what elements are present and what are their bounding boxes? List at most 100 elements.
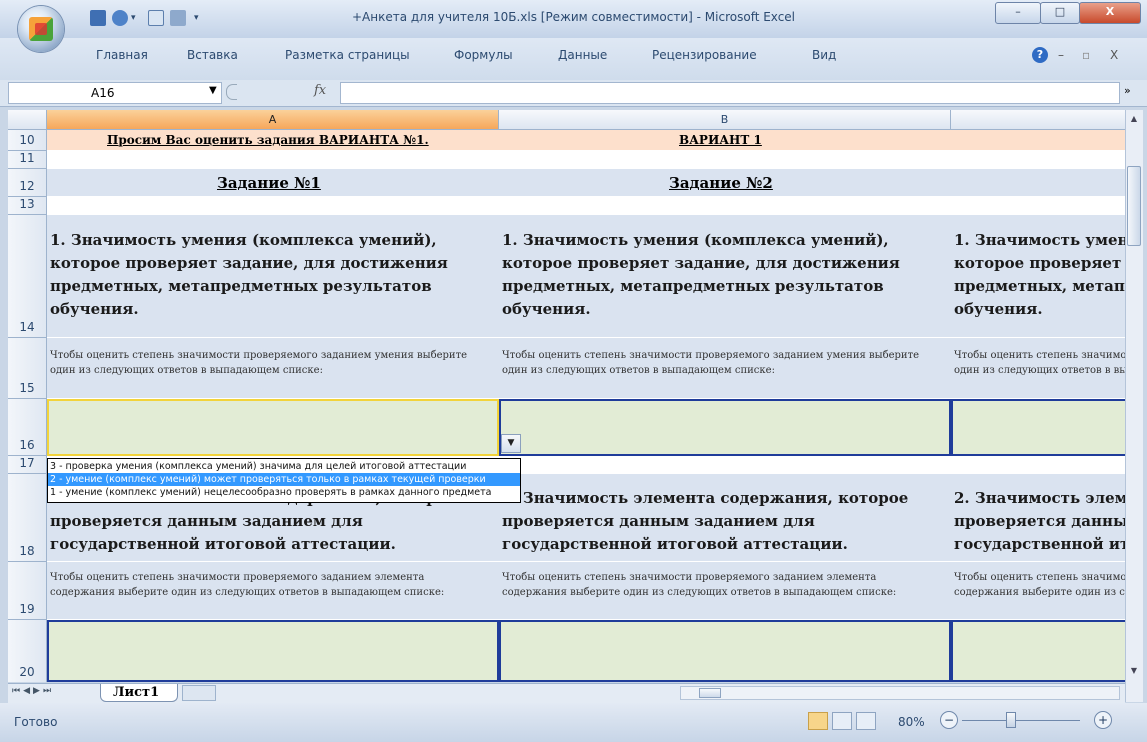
row-header-17[interactable]: 17 — [8, 456, 47, 474]
ribbon-minimize-button[interactable]: – — [1058, 48, 1064, 62]
formula-bar: A16 ▼ fx » — [0, 80, 1147, 107]
cell-c15[interactable]: Чтобы оценить степень значимости проверя… — [954, 348, 1125, 378]
normal-view-icon[interactable] — [808, 712, 828, 730]
sheet-tab-bar: ⏮◀▶⏭ Лист1 — [8, 683, 1125, 703]
cell-a15[interactable]: Чтобы оценить степень значимости проверя… — [50, 348, 495, 378]
cell-a12[interactable]: Задание №1 — [217, 174, 321, 192]
formula-input[interactable] — [340, 82, 1120, 104]
scroll-down-icon[interactable]: ▼ — [1127, 666, 1141, 680]
zoom-out-button[interactable]: − — [940, 711, 958, 729]
worksheet-grid: A B 10 Просим Вас оценить задания ВАРИАН… — [8, 110, 1125, 682]
row-header-15[interactable]: 15 — [8, 338, 47, 399]
office-logo-icon — [29, 17, 53, 41]
save-icon[interactable] — [90, 10, 106, 26]
cell-b20[interactable] — [499, 620, 951, 682]
cell-a19[interactable]: Чтобы оценить степень значимости проверя… — [50, 570, 460, 600]
dropdown-option-3[interactable]: 3 - проверка умения (комплекса умений) з… — [48, 460, 520, 473]
customize-qat-icon[interactable]: ▾ — [194, 10, 202, 26]
zoom-level[interactable]: 80% — [898, 715, 925, 729]
cell-b18[interactable]: 2. Значимость элемента содержания, котор… — [502, 487, 942, 556]
cell-c19[interactable]: Чтобы оценить степень значимости проверя… — [954, 570, 1125, 600]
cell-dropdown-arrow-icon[interactable]: ▼ — [501, 434, 521, 453]
tab-insert[interactable]: Вставка — [187, 48, 238, 62]
row-header-20[interactable]: 20 — [8, 620, 47, 682]
horizontal-scrollbar[interactable] — [680, 686, 1120, 700]
status-ready: Готово — [14, 715, 58, 729]
sheet-nav-icons[interactable]: ⏮◀▶⏭ — [12, 686, 54, 696]
tab-page-layout[interactable]: Разметка страницы — [285, 48, 410, 62]
office-button[interactable] — [18, 6, 64, 52]
tab-review[interactable]: Рецензирование — [652, 48, 757, 62]
cell-b14[interactable]: 1. Значимость умения (комплекса умений),… — [502, 229, 942, 321]
page-break-view-icon[interactable] — [856, 712, 876, 730]
row-header-18[interactable]: 18 — [8, 474, 47, 562]
column-headers: A B — [8, 110, 1125, 130]
quick-print-icon[interactable] — [170, 10, 186, 26]
help-icon[interactable]: ? — [1032, 47, 1048, 63]
row-header-11[interactable]: 11 — [8, 151, 47, 169]
formula-divider-icon — [226, 84, 237, 100]
horizontal-scroll-thumb[interactable] — [699, 688, 721, 698]
cell-a16-selected[interactable] — [47, 399, 499, 456]
column-header-a[interactable]: A — [47, 110, 499, 129]
cell-c20[interactable] — [951, 620, 1125, 682]
select-all-corner[interactable] — [8, 110, 47, 129]
row-19: Чтобы оценить степень значимости проверя… — [47, 562, 1125, 619]
cell-b12[interactable]: Задание №2 — [669, 174, 773, 192]
row-header-16[interactable]: 16 — [8, 399, 47, 456]
scroll-up-icon[interactable]: ▲ — [1127, 114, 1141, 128]
close-button[interactable]: X — [1079, 2, 1141, 24]
column-header-c[interactable] — [951, 110, 1125, 129]
undo-icon[interactable] — [112, 10, 128, 26]
sheet-tab-list1[interactable]: Лист1 — [100, 684, 178, 702]
undo-dropdown-icon[interactable]: ▾ — [131, 10, 139, 26]
row-header-14[interactable]: 14 — [8, 215, 47, 338]
tab-formulas[interactable]: Формулы — [454, 48, 513, 62]
page-layout-view-icon[interactable] — [832, 712, 852, 730]
cell-c18[interactable]: 2. Значимость элемента содержания, котор… — [954, 487, 1125, 556]
cell-a14[interactable]: 1. Значимость умения (комплекса умений),… — [50, 229, 490, 321]
validation-dropdown-list: 3 - проверка умения (комплекса умений) з… — [47, 458, 521, 503]
status-bar: Готово 80% − + — [0, 703, 1147, 742]
zoom-slider-thumb[interactable] — [1006, 712, 1016, 728]
row-14: 1. Значимость умения (комплекса умений),… — [47, 215, 1125, 337]
cell-a20[interactable] — [47, 620, 499, 682]
row-header-13[interactable]: 13 — [8, 197, 47, 215]
row-12: Задание №1 Задание №2 — [47, 169, 1125, 196]
scroll-thumb[interactable] — [1127, 166, 1141, 246]
column-header-b[interactable]: B — [499, 110, 951, 129]
name-box-dropdown-icon[interactable]: ▼ — [209, 85, 217, 96]
vertical-scrollbar[interactable]: ▲ ▼ — [1125, 110, 1143, 702]
cell-b10[interactable]: ВАРИАНТ 1 — [679, 133, 762, 147]
tab-data[interactable]: Данные — [558, 48, 607, 62]
tab-home[interactable]: Главная — [96, 48, 148, 62]
cell-b19[interactable]: Чтобы оценить степень значимости проверя… — [502, 570, 912, 600]
maximize-button[interactable]: □ — [1040, 2, 1080, 24]
ribbon: Главная Вставка Разметка страницы Формул… — [0, 38, 1147, 81]
cell-c16[interactable] — [951, 399, 1125, 456]
expand-formula-bar-icon[interactable]: » — [1124, 84, 1131, 97]
title-bar: +Анкета для учителя 10Б.xls [Режим совме… — [0, 0, 1147, 38]
name-box[interactable]: A16 ▼ — [8, 82, 222, 104]
row-header-10[interactable]: 10 — [8, 130, 47, 151]
dropdown-option-1[interactable]: 1 - умение (комплекс умений) нецелесообр… — [48, 486, 520, 499]
print-preview-icon[interactable] — [148, 10, 164, 26]
zoom-in-button[interactable]: + — [1094, 711, 1112, 729]
insert-sheet-icon[interactable] — [182, 685, 216, 701]
tab-view[interactable]: Вид — [812, 48, 836, 62]
zoom-slider-track[interactable] — [962, 720, 1080, 721]
name-box-value: A16 — [91, 86, 115, 100]
sheet-tab-label: Лист1 — [113, 685, 160, 700]
row-10: Просим Вас оценить задания ВАРИАНТА №1. … — [47, 130, 1125, 150]
cell-a10[interactable]: Просим Вас оценить задания ВАРИАНТА №1. — [107, 133, 429, 147]
cell-b15[interactable]: Чтобы оценить степень значимости проверя… — [502, 348, 947, 378]
row-header-12[interactable]: 12 — [8, 169, 47, 197]
insert-function-icon[interactable]: fx — [314, 83, 326, 98]
minimize-button[interactable]: – — [995, 2, 1041, 24]
ribbon-close-button[interactable]: X — [1110, 48, 1118, 62]
dropdown-option-2[interactable]: 2 - умение (комплекс умений) может прове… — [48, 473, 520, 486]
cell-b16[interactable] — [499, 399, 951, 456]
cell-c14[interactable]: 1. Значимость умения (комплекса умений),… — [954, 229, 1125, 321]
row-header-19[interactable]: 19 — [8, 562, 47, 620]
ribbon-restore-button[interactable]: ▫ — [1082, 48, 1090, 62]
